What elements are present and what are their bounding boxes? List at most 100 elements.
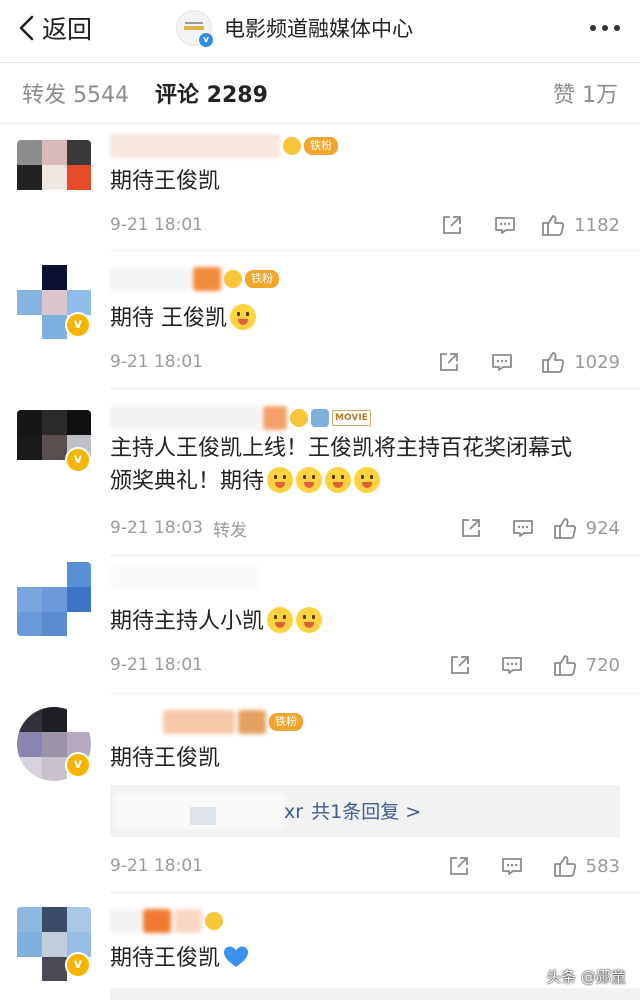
share-icon[interactable] [459,514,483,542]
comment-text: 期待王俊凯 [110,169,221,194]
divider [110,892,640,893]
forward-link[interactable]: 转发 [213,516,247,541]
comment-icon[interactable] [490,348,514,376]
tab-likes[interactable]: 赞 1万 [553,77,618,109]
comment-icon[interactable] [511,514,535,542]
like-count: 1029 [574,351,620,373]
top-nav-bar: 返回 v 电影频道融媒体中心 [0,0,640,58]
like-count: 1182 [574,214,620,236]
timestamp: 9-21 18:01 [110,856,203,876]
divider [0,123,640,124]
divider [110,388,640,389]
share-icon[interactable] [447,852,471,880]
like-count: 924 [585,517,620,539]
smile-emoji-icon [296,607,323,633]
like-icon [553,655,576,676]
blurred-reply-author [190,807,216,825]
share-icon[interactable] [448,651,472,679]
account-name: 电影频道融媒体中心 [224,17,413,41]
comment-text: 期待王俊凯 [110,942,620,975]
crown-badge-icon [290,409,308,427]
smile-emoji-icon [354,467,381,493]
like-count: 720 [585,654,620,676]
divider [110,693,640,694]
reply-count-label: 共1条回复 > [311,801,422,823]
comment-text: 主持人王俊凯上线！王俊凯将主持百花奖闭幕式 颁奖典礼！期待 [110,432,620,498]
comment-text-body: 期待主持人小凯 [110,609,265,634]
timestamp: 9-21 18:01 [110,352,203,372]
fan-badge: 铁粉 [269,713,303,731]
comment-text: 期待 王俊凯 [110,302,620,335]
comment-text: 期待主持人小凯 [110,605,620,638]
reply-preview-partial [110,988,640,1000]
like-icon [553,856,576,877]
like-button[interactable]: 1182 [540,211,620,239]
comment-time: 9-21 18:01 [110,211,203,239]
back-button[interactable]: 返回 [16,10,92,46]
comment-text-body: 期待 王俊凯 [110,306,227,331]
comment-icon[interactable] [500,651,524,679]
bag-badge-icon [311,409,329,427]
like-button[interactable]: 720 [552,651,620,679]
share-icon[interactable] [437,348,461,376]
divider [110,250,640,251]
smile-emoji-icon [325,467,352,493]
verified-blue-icon: v [198,32,214,48]
like-icon [553,518,576,539]
comment-time: 9-21 18:03 转发 [110,514,247,542]
back-label: 返回 [42,15,93,44]
tab-bar: 转发 5544 评论 2289 赞 1万 [0,63,640,123]
divider [110,555,640,556]
verified-gold-icon: v [65,752,91,778]
like-button[interactable]: 1029 [540,348,620,376]
like-button[interactable]: 583 [552,852,620,880]
fan-badge-icon [224,270,242,288]
nickname[interactable]: 铁粉 [110,707,303,737]
like-icon [542,215,565,236]
fan-badge: 铁粉 [245,270,279,288]
account-avatar: v [176,10,214,48]
back-arrow-icon [19,15,34,41]
tab-repost[interactable]: 转发 5544 [22,77,129,109]
comment-text-line: 颁奖典礼！期待 [110,465,620,498]
comment-text-line: 主持人王俊凯上线！王俊凯将主持百花奖闭幕式 [110,436,573,461]
comment-time: 9-21 18:01 [110,852,203,880]
reply-summary[interactable]: xr 共1条回复 > [282,797,421,824]
smile-emoji-icon [296,467,323,493]
nickname[interactable]: MOVIE [110,403,371,433]
avatar[interactable] [17,140,91,214]
reply-preview[interactable]: xr 共1条回复 > [110,785,620,837]
tab-comment[interactable]: 评论 2289 [155,77,268,109]
comment-icon[interactable] [500,852,524,880]
comment-text-body: 期待王俊凯 [110,946,221,971]
timestamp: 9-21 18:01 [110,655,203,675]
verified-gold-icon: v [65,447,91,473]
nickname[interactable] [110,906,223,936]
reply-author-fragment: xr [284,801,304,823]
comment-text: 期待王俊凯 [110,746,221,771]
crown-badge-icon [205,912,223,930]
like-icon [542,352,565,373]
timestamp: 9-21 18:03 [110,518,203,538]
movie-badge: MOVIE [332,410,371,426]
smile-emoji-icon [267,607,294,633]
nickname[interactable]: 铁粉 [110,131,338,161]
like-button[interactable]: 924 [552,514,620,542]
more-dots-icon[interactable] [590,15,620,41]
account-header[interactable]: v 电影频道融媒体中心 [176,10,413,48]
share-icon[interactable] [440,211,464,239]
watermark: 头条 @郧童 [546,968,626,986]
fan-badge-icon [283,137,301,155]
nickname[interactable]: 铁粉 [110,264,279,294]
comment-icon[interactable] [493,211,517,239]
comment-text-body: 颁奖典礼！期待 [110,469,265,494]
verified-gold-icon: v [65,952,91,978]
avatar[interactable] [17,562,91,636]
nickname[interactable] [110,562,260,592]
verified-gold-icon: v [65,312,91,338]
comment-time: 9-21 18:01 [110,348,203,376]
smile-emoji-icon [230,304,256,330]
blue-heart-icon [224,946,249,967]
timestamp: 9-21 18:01 [110,215,203,235]
like-count: 583 [585,855,620,877]
